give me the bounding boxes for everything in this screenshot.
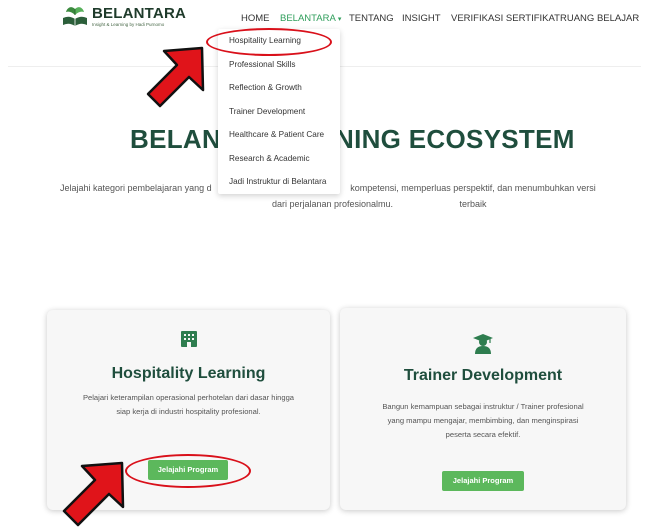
card-desc-line: Pelajari keterampilan operasional perhot…	[82, 393, 295, 402]
card-desc-line: yang mampu mengajar, membimbing, dan men…	[387, 416, 579, 425]
card-description: Bangun kemampuan sebagai instruktur / Tr…	[350, 400, 616, 442]
nav-belantara-label: BELANTARA	[280, 13, 336, 24]
subtitle-line1-left: Jelajahi kategori pembelajaran yang d	[60, 183, 212, 193]
annotation-arrow-bottom-icon	[62, 461, 125, 527]
graduate-icon	[472, 333, 494, 360]
chevron-down-icon: ▾	[337, 16, 342, 23]
annotation-ring-button	[125, 454, 251, 488]
nav-verifikasi-sertifikat[interactable]: VERIFIKASI SERTIFIKAT	[451, 13, 560, 24]
nav-home[interactable]: HOME	[241, 13, 270, 24]
card-trainer-development: Trainer Development Bangun kemampuan seb…	[340, 308, 626, 510]
menu-item-trainer-development[interactable]: Trainer Development	[229, 107, 305, 116]
card-desc-line: peserta secara efektif.	[445, 430, 521, 439]
subtitle-line1-right: kompetensi, memperluas perspektif, dan m…	[350, 183, 596, 209]
page-title-right: NING ECOSYSTEM	[335, 124, 575, 154]
card-description: Pelajari keterampilan operasional perhot…	[57, 391, 320, 419]
card-title: Trainer Development	[403, 367, 563, 384]
nav-belantara[interactable]: BELANTARA ▾	[280, 13, 341, 24]
nav-insight[interactable]: INSIGHT	[402, 13, 441, 24]
building-icon	[180, 330, 198, 353]
explore-program-button[interactable]: Jelajahi Program	[442, 471, 524, 491]
card-desc-line: Bangun kemampuan sebagai instruktur / Tr…	[382, 402, 584, 411]
nav-ruang-belajar[interactable]: RUANG BELAJAR	[560, 13, 639, 24]
card-title: Hospitality Learning	[111, 365, 266, 382]
nav-tentang[interactable]: TENTANG	[349, 13, 394, 24]
site-logo[interactable]: BELANTARA Insight & Learning by Hadi Pur…	[62, 6, 186, 28]
logo-name: BELANTARA	[92, 5, 187, 22]
annotation-ring-menu	[206, 28, 332, 56]
menu-item-reflection-growth[interactable]: Reflection & Growth	[229, 83, 302, 92]
menu-item-healthcare[interactable]: Healthcare & Patient Care	[229, 130, 324, 139]
menu-item-research-academic[interactable]: Research & Academic	[229, 154, 310, 163]
card-desc-line: siap kerja di industri hospitality profe…	[116, 407, 261, 416]
menu-item-professional-skills[interactable]: Professional Skills	[229, 60, 295, 69]
logo-tagline: Insight & Learning by Hadi Purnomo	[92, 22, 165, 27]
book-leaf-logo-icon	[62, 6, 88, 28]
menu-item-jadi-instruktur[interactable]: Jadi Instruktur di Belantara	[229, 177, 326, 186]
annotation-arrow-top-icon	[146, 46, 205, 108]
